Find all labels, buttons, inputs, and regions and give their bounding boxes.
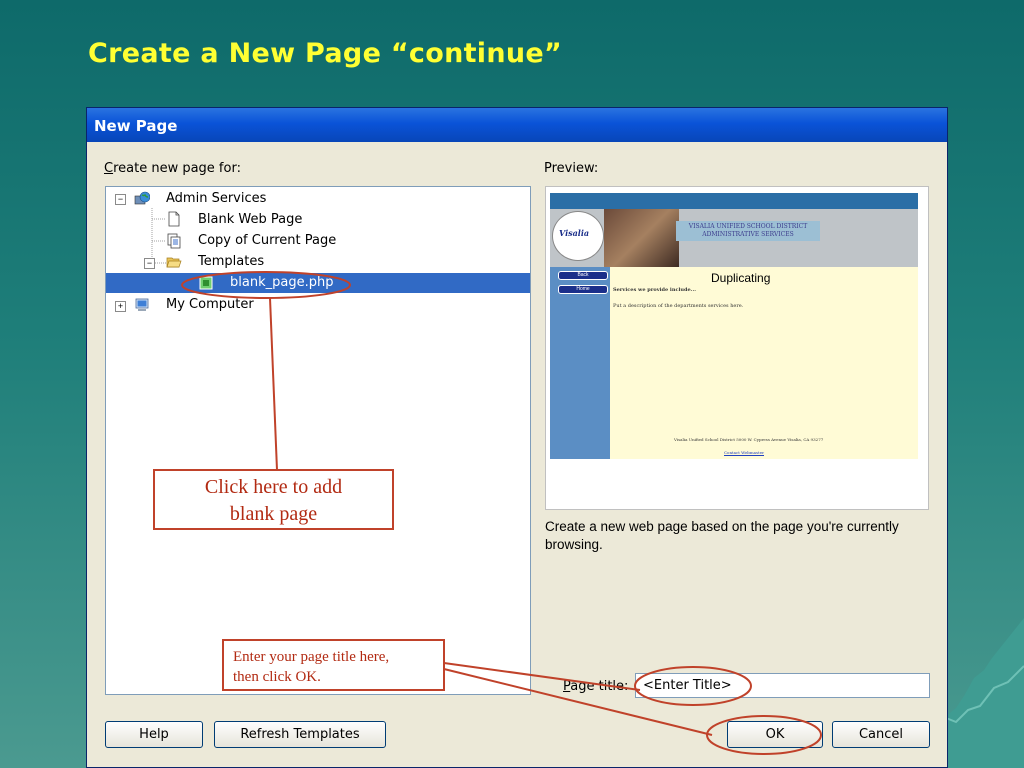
tree-item-my-computer[interactable]: My Computer: [166, 295, 254, 315]
preview-contact-link: Contact Webmaster: [724, 450, 764, 455]
callout-add-blank-page: Click here to add blank page: [153, 469, 394, 530]
callout-add-blank-page-line2: blank page: [229, 503, 318, 525]
collapse-templates-icon[interactable]: −: [144, 258, 155, 269]
blank-page-icon: [168, 211, 180, 227]
callout-enter-title: Enter your page title here, then click O…: [222, 639, 445, 691]
expand-my-computer-icon[interactable]: +: [115, 301, 126, 312]
page-title-label: Page title:: [563, 679, 629, 694]
template-preview: Visalia VISALIA UNIFIED SCHOOL DISTRICT …: [545, 186, 929, 510]
php-file-icon: [199, 276, 213, 290]
page-source-tree[interactable]: − Admin Services Blank Web Page Copy of …: [105, 186, 531, 695]
callout-enter-title-line2: then click OK.: [233, 669, 321, 685]
callout-add-blank-page-line1: Click here to add: [204, 476, 343, 498]
slide-title: Create a New Page “continue”: [88, 38, 563, 69]
preview-footer-text: Visalia Unified School District 5000 W. …: [674, 437, 824, 442]
copy-page-icon: [167, 233, 181, 249]
preview-topbar: [550, 193, 918, 209]
ok-button[interactable]: OK: [727, 721, 823, 748]
preview-home-button: Home: [558, 285, 608, 294]
preview-content: [610, 267, 918, 459]
preview-logo-text: Visalia: [559, 228, 590, 238]
my-computer-icon: [135, 298, 149, 311]
dialog-titlebar[interactable]: New Page: [87, 108, 947, 142]
preview-back-button: Back: [558, 271, 608, 280]
preview-school-line2: ADMINISTRATIVE SERVICES: [702, 231, 794, 238]
preview-sidebar: Back Home: [550, 267, 610, 459]
preview-school-line1: VISALIA UNIFIED SCHOOL DISTRICT: [688, 223, 808, 230]
new-page-dialog: New Page Create new page for: Preview: −…: [86, 107, 948, 768]
preview-services-text: Services we provide include...: [613, 287, 696, 293]
tree-item-admin-services[interactable]: Admin Services: [166, 189, 266, 209]
preview-photo: [604, 209, 679, 267]
help-button[interactable]: Help: [105, 721, 203, 748]
globe-computer-icon: [134, 191, 150, 205]
cancel-button[interactable]: Cancel: [832, 721, 930, 748]
preview-label: Preview:: [544, 161, 599, 176]
tree-item-blank-page-php[interactable]: blank_page.php: [230, 273, 333, 293]
preview-description-text: Put a description of the departments ser…: [613, 303, 744, 309]
refresh-templates-button[interactable]: Refresh Templates: [214, 721, 386, 748]
tree-item-templates[interactable]: Templates: [198, 252, 264, 272]
callout-enter-title-line1: Enter your page title here,: [233, 649, 390, 665]
tree-item-copy-of-current-page[interactable]: Copy of Current Page: [198, 231, 336, 251]
preview-school-name: VISALIA UNIFIED SCHOOL DISTRICT ADMINIST…: [676, 221, 820, 241]
page-title-input[interactable]: <Enter Title>: [635, 673, 930, 698]
collapse-admin-services-icon[interactable]: −: [115, 194, 126, 205]
preview-heading: Duplicating: [711, 271, 771, 285]
tree-item-blank-web-page[interactable]: Blank Web Page: [198, 210, 302, 230]
preview-school-logo: Visalia: [552, 211, 604, 261]
open-folder-icon: [166, 257, 182, 268]
preview-description: Create a new web page based on the page …: [545, 519, 899, 552]
create-page-label: Create new page for:: [104, 161, 241, 176]
